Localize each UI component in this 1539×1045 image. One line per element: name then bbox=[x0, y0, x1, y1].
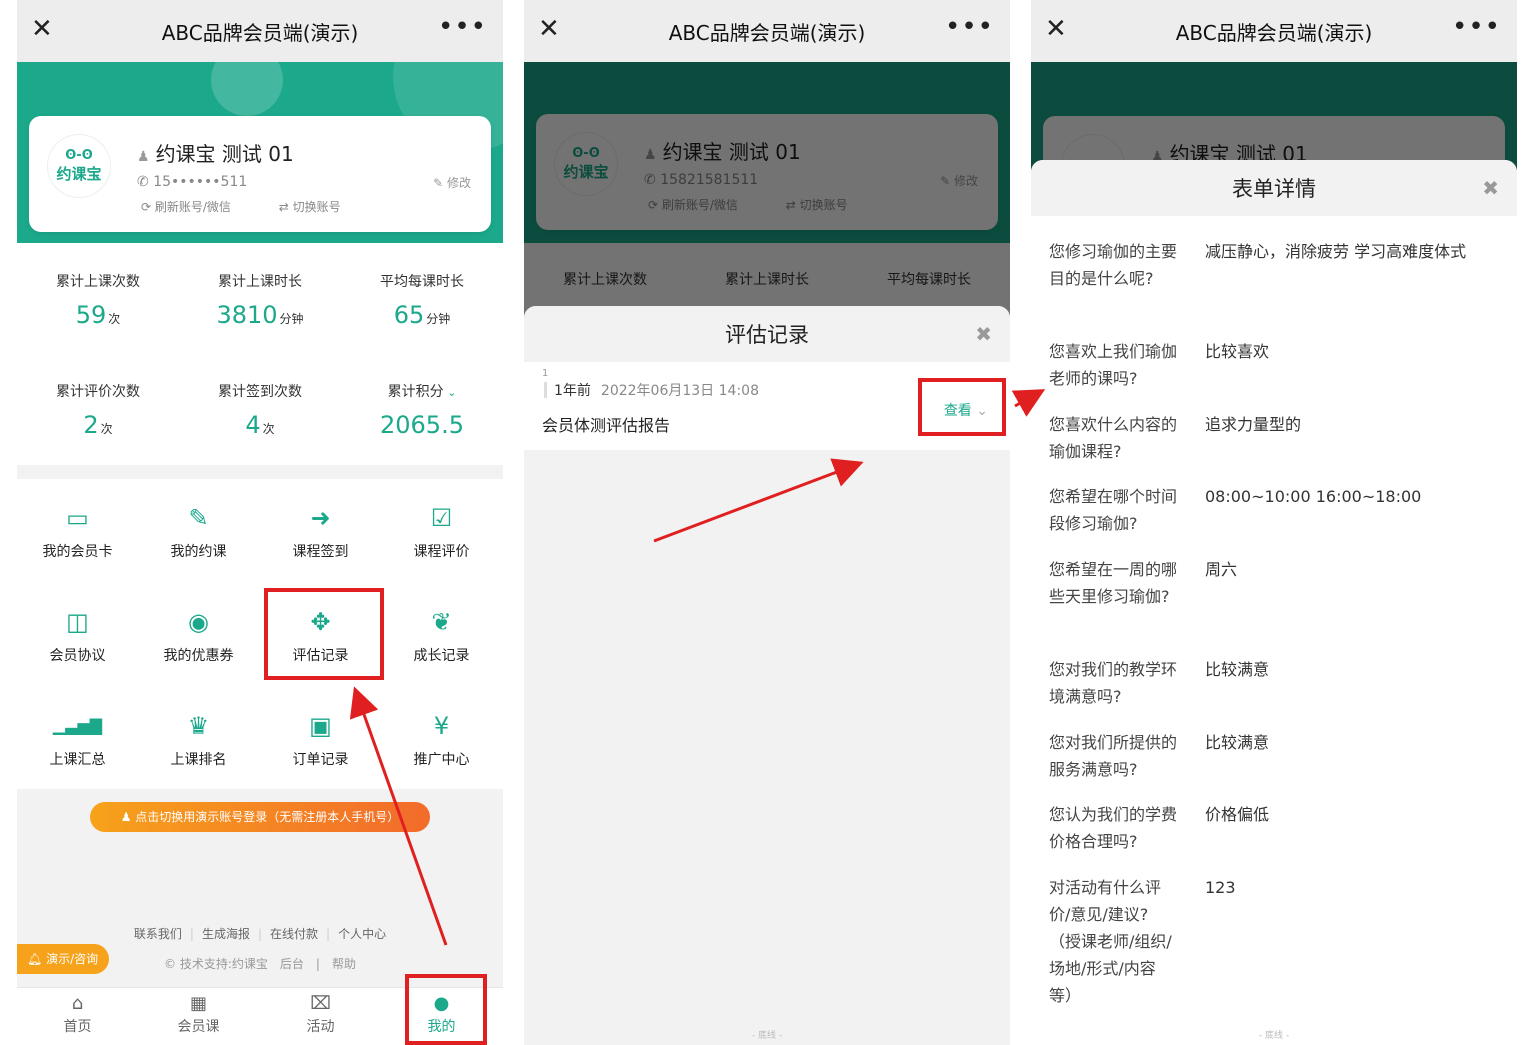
arrow bbox=[349, 686, 448, 946]
annotation-arrows bbox=[349, 389, 1046, 946]
arrow bbox=[1011, 389, 1046, 417]
arrow bbox=[653, 458, 864, 543]
